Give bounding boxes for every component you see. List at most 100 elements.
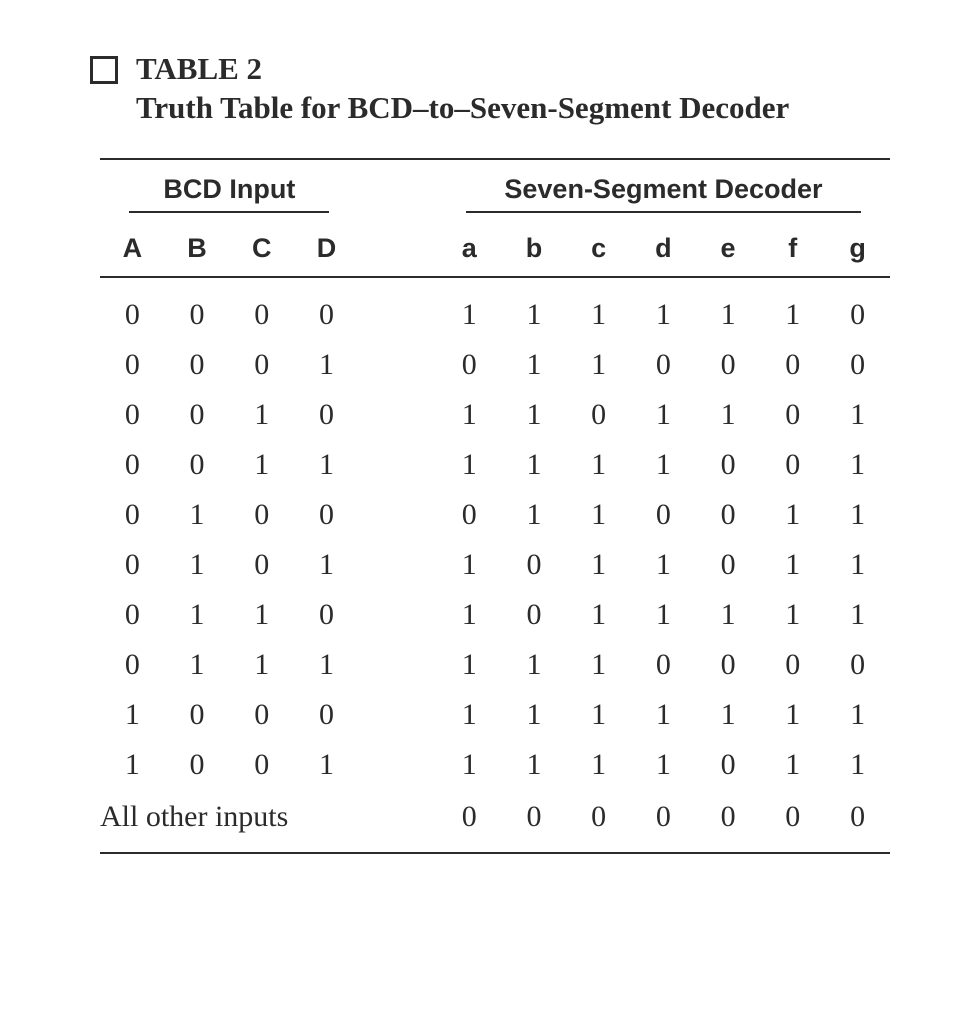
cell: 0: [165, 340, 230, 390]
cell: 1: [100, 690, 165, 740]
cell: 0: [502, 540, 567, 590]
table-body: 0000111111000010110000001011011010011111…: [100, 277, 890, 853]
cell: 1: [566, 690, 631, 740]
truth-table-wrap: BCD Input Seven-Segment Decoder A B C D …: [100, 158, 890, 854]
cell: 1: [696, 390, 761, 440]
group-header-row: BCD Input Seven-Segment Decoder: [100, 159, 890, 223]
cell: 0: [165, 390, 230, 440]
col-gap: [359, 223, 437, 277]
cell: 1: [502, 390, 567, 440]
cell: 1: [294, 740, 359, 790]
cell: 1: [437, 740, 502, 790]
cell: 1: [825, 740, 890, 790]
cell: 0: [165, 277, 230, 340]
cell: 0: [100, 440, 165, 490]
cell: 1: [165, 490, 230, 540]
cell: 1: [696, 690, 761, 740]
cell: 1: [229, 640, 294, 690]
cell: 0: [229, 540, 294, 590]
cell: 0: [165, 440, 230, 490]
col-D: D: [294, 223, 359, 277]
col-d: d: [631, 223, 696, 277]
cell: 0: [631, 340, 696, 390]
gap-cell: [359, 640, 437, 690]
cell: 1: [825, 690, 890, 740]
cell: 1: [566, 277, 631, 340]
col-e: e: [696, 223, 761, 277]
cell: 0: [696, 540, 761, 590]
cell: 1: [825, 590, 890, 640]
cell: 1: [165, 540, 230, 590]
col-C: C: [229, 223, 294, 277]
table-row: 10011111011: [100, 740, 890, 790]
col-g: g: [825, 223, 890, 277]
cell: 1: [294, 640, 359, 690]
cell: 1: [631, 690, 696, 740]
cell: 0: [696, 440, 761, 490]
gap-cell: [359, 790, 437, 853]
cell: 1: [760, 740, 825, 790]
table-subtitle: Truth Table for BCD–to–Seven-Segment Dec…: [136, 89, 789, 128]
cell: 0: [165, 740, 230, 790]
cell: 1: [631, 390, 696, 440]
cell: 0: [100, 277, 165, 340]
input-group-header: BCD Input: [100, 159, 359, 223]
cell: 0: [696, 640, 761, 690]
table-row: 10001111111: [100, 690, 890, 740]
cell: 1: [825, 540, 890, 590]
cell: 1: [566, 590, 631, 640]
cell: 0: [437, 490, 502, 540]
cell: 1: [437, 690, 502, 740]
cell: 1: [566, 340, 631, 390]
cell: 0: [825, 277, 890, 340]
cell: 0: [229, 340, 294, 390]
cell: 0: [294, 490, 359, 540]
table-number: TABLE 2: [136, 50, 789, 89]
cell: 0: [631, 790, 696, 853]
gap-cell: [359, 277, 437, 340]
other-inputs-label: All other inputs: [100, 790, 359, 853]
truth-table: BCD Input Seven-Segment Decoder A B C D …: [100, 158, 890, 854]
cell: 0: [100, 640, 165, 690]
table-row: 00001111110: [100, 277, 890, 340]
cell: 0: [760, 790, 825, 853]
cell: 0: [229, 690, 294, 740]
cell: 0: [502, 590, 567, 640]
cell: 1: [502, 740, 567, 790]
cell: 1: [631, 277, 696, 340]
cell: 1: [502, 690, 567, 740]
cell: 1: [631, 740, 696, 790]
cell: 1: [825, 490, 890, 540]
cell: 1: [437, 390, 502, 440]
title-block: TABLE 2 Truth Table for BCD–to–Seven-Seg…: [136, 50, 789, 128]
cell: 0: [566, 790, 631, 853]
cell: 0: [696, 790, 761, 853]
square-marker-icon: [90, 56, 118, 84]
cell: 0: [825, 790, 890, 853]
cell: 0: [696, 490, 761, 540]
cell: 0: [696, 740, 761, 790]
cell: 1: [631, 440, 696, 490]
cell: 1: [760, 277, 825, 340]
cell: 1: [825, 440, 890, 490]
cell: 1: [566, 440, 631, 490]
cell: 1: [696, 590, 761, 640]
gap-cell: [359, 740, 437, 790]
cell: 0: [502, 790, 567, 853]
table-header: TABLE 2 Truth Table for BCD–to–Seven-Seg…: [90, 50, 879, 128]
output-group-header: Seven-Segment Decoder: [437, 159, 890, 223]
gap-cell: [359, 540, 437, 590]
cell: 1: [825, 390, 890, 440]
cell: 0: [229, 740, 294, 790]
cell: 1: [437, 540, 502, 590]
table-row: 01011011011: [100, 540, 890, 590]
cell: 0: [100, 540, 165, 590]
cell: 1: [100, 740, 165, 790]
cell: 0: [229, 490, 294, 540]
cell: 0: [100, 490, 165, 540]
col-A: A: [100, 223, 165, 277]
cell: 1: [437, 277, 502, 340]
cell: 1: [502, 640, 567, 690]
col-c: c: [566, 223, 631, 277]
cell: 1: [566, 490, 631, 540]
